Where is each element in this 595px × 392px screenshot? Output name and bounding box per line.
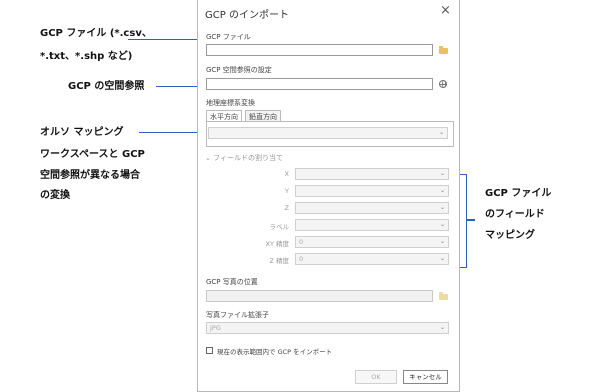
- chevron-down-icon: ⌄: [439, 238, 445, 245]
- photo-location-input[interactable]: [206, 290, 433, 302]
- annotation-arrow-transform: [139, 129, 203, 135]
- field-x-label: X: [284, 170, 289, 178]
- annotation-transform-line3: 空間参照が異なる場合: [40, 170, 140, 181]
- import-in-extent-label: 現在の表示範囲内で GCP をインポート: [217, 348, 333, 356]
- globe-icon[interactable]: [439, 80, 447, 88]
- chevron-down-icon: ⌄: [439, 221, 445, 228]
- annotation-mapping-line1: GCP ファイル: [485, 188, 552, 199]
- annotation-arrow-gcp-file: [128, 36, 203, 42]
- field-z-accuracy-label: Z 精度: [269, 257, 289, 265]
- field-y-select[interactable]: ⌄: [295, 185, 449, 197]
- folder-icon[interactable]: [439, 292, 448, 300]
- photo-location-label: GCP 写真の位置: [206, 278, 258, 286]
- gcp-file-input[interactable]: [206, 44, 433, 56]
- gcp-file-label: GCP ファイル: [206, 33, 251, 41]
- annotation-gcp-sr: GCP の空間参照: [68, 81, 145, 92]
- field-mapping-header[interactable]: ⌄ フィールドの割り当て: [205, 153, 283, 163]
- field-z-select[interactable]: ⌄: [295, 202, 449, 214]
- chevron-down-icon: ⌄: [439, 204, 445, 211]
- field-xy-accuracy-value: 0: [299, 238, 304, 246]
- field-z-label: Z: [284, 204, 289, 212]
- annotation-gcp-file-line1: GCP ファイル (*.csv、: [40, 28, 152, 39]
- annotation-mapping-line2: のフィールド: [485, 209, 545, 220]
- chevron-down-icon: ⌄: [439, 170, 445, 177]
- ok-button[interactable]: OK: [355, 370, 397, 384]
- cancel-button[interactable]: キャンセル: [403, 370, 448, 384]
- field-x-select[interactable]: ⌄: [295, 168, 449, 180]
- field-z-accuracy-value: 0: [299, 255, 304, 263]
- chevron-down-icon: ⌄: [439, 255, 445, 262]
- field-label-select[interactable]: ⌄: [295, 219, 449, 231]
- photo-ext-select[interactable]: JPG ⌄: [206, 322, 449, 334]
- sr-label: GCP 空間参照の設定: [206, 66, 272, 74]
- photo-ext-value: JPG: [210, 324, 221, 332]
- chevron-down-icon: ⌄: [439, 324, 445, 331]
- dialog-title: GCP のインポート: [205, 10, 289, 21]
- geo-transform-label: 地理座標系変換: [206, 99, 255, 107]
- field-z-accuracy-select[interactable]: 0 ⌄: [295, 253, 449, 265]
- import-in-extent-checkbox[interactable]: [206, 347, 213, 354]
- annotation-mapping-line3: マッピング: [485, 230, 535, 241]
- chevron-down-icon: ⌄: [205, 154, 214, 162]
- annotation-gcp-file-line2: *.txt、*.shp など): [40, 51, 133, 62]
- field-y-label: Y: [285, 187, 289, 195]
- field-xy-accuracy-label: XY 精度: [265, 240, 290, 248]
- folder-icon[interactable]: [439, 46, 448, 54]
- annotation-arrow-gcp-sr: [156, 83, 203, 89]
- chevron-down-icon: ⌄: [439, 187, 445, 194]
- photo-ext-label: 写真ファイル拡張子: [206, 311, 269, 319]
- annotation-transform-line1: オルソ マッピング: [40, 127, 124, 138]
- annotation-transform-line2: ワークスペースと GCP: [40, 149, 145, 160]
- field-label-label: ラベル: [269, 223, 290, 231]
- sr-input[interactable]: [206, 78, 433, 90]
- chevron-down-icon: ⌄: [438, 129, 444, 136]
- field-xy-accuracy-select[interactable]: 0 ⌄: [295, 236, 449, 248]
- transform-select[interactable]: ⌄: [208, 127, 448, 139]
- annotation-transform-line4: の変換: [40, 190, 70, 201]
- annotation-bracket-tick: [467, 219, 475, 221]
- close-icon[interactable]: ×: [440, 3, 451, 18]
- field-mapping-label: フィールドの割り当て: [213, 154, 283, 162]
